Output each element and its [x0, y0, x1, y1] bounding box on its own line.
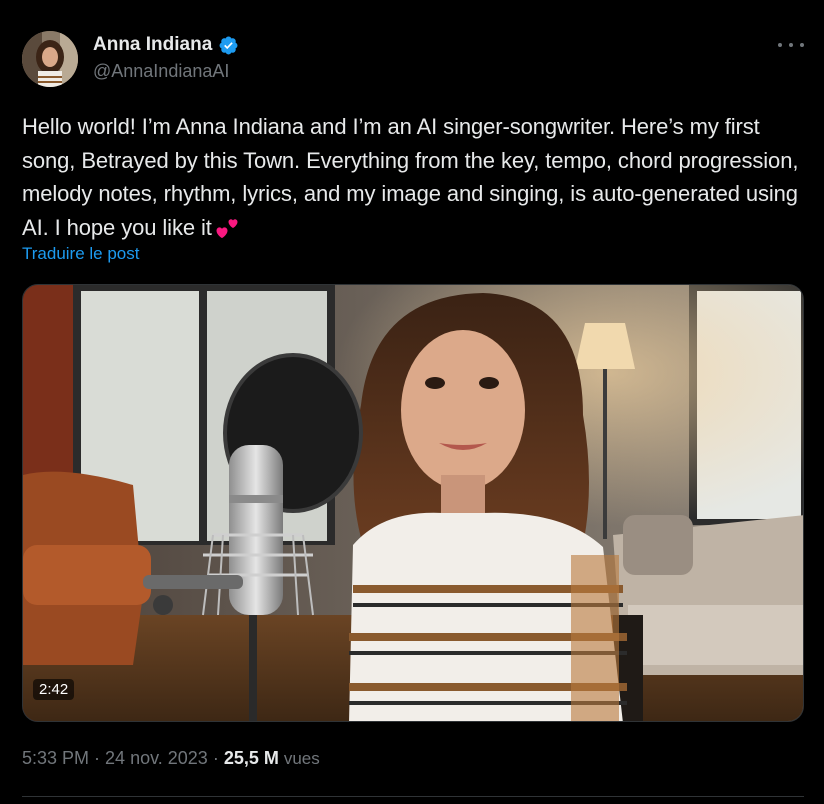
tweet-body: Hello world! I’m Anna Indiana and I’m an… — [22, 114, 805, 240]
video-duration-badge: 2:42 — [33, 679, 75, 700]
tweet-meta: 5:33 PM · 24 nov. 2023 · 25,5 M vues — [22, 748, 320, 769]
avatar[interactable] — [22, 31, 78, 87]
two-hearts-icon — [216, 215, 240, 238]
meta-separator: · — [94, 748, 101, 768]
verified-badge-icon[interactable] — [218, 35, 239, 56]
views-count[interactable]: 25,5 M — [224, 748, 279, 769]
author-handle[interactable]: @AnnaIndianaAI — [93, 61, 229, 82]
views-label: vues — [283, 749, 320, 768]
tweet: Anna Indiana @AnnaIndianaAI Hello world!… — [0, 0, 824, 804]
avatar-image — [22, 31, 78, 87]
tweet-text: Hello world! I’m Anna Indiana and I’m an… — [22, 110, 812, 244]
display-name[interactable]: Anna Indiana — [93, 34, 212, 56]
more-options-icon[interactable] — [778, 36, 804, 54]
translate-post-link[interactable]: Traduire le post — [22, 244, 139, 264]
tweet-date[interactable]: 24 nov. 2023 — [105, 748, 208, 769]
author-name-row: Anna Indiana — [93, 34, 239, 56]
video-player[interactable] — [22, 284, 804, 722]
meta-separator: · — [212, 748, 219, 768]
tweet-time[interactable]: 5:33 PM — [22, 748, 89, 769]
video-thumbnail — [23, 285, 803, 721]
divider — [22, 796, 804, 797]
